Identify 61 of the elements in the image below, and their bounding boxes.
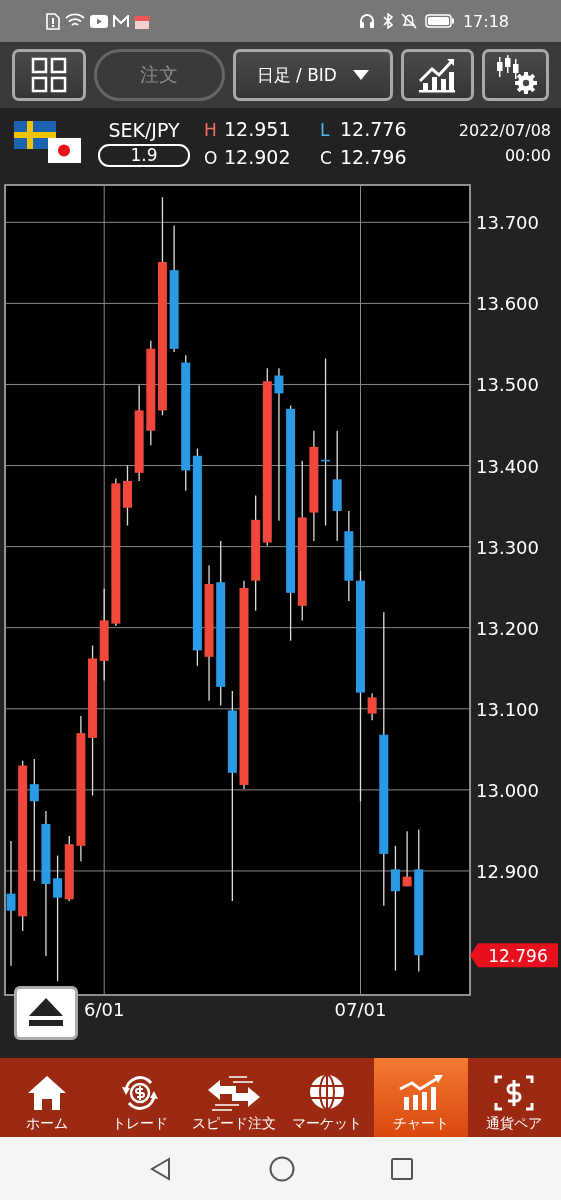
- quote-date: 2022/07/08: [458, 121, 551, 140]
- y-axis-label: 13.200: [476, 617, 539, 639]
- last-price-tag: 12.796: [470, 943, 558, 968]
- battery-icon: [424, 14, 455, 28]
- candlestick: [367, 692, 377, 721]
- nav-tab[interactable]: トレード: [93, 1058, 187, 1137]
- nav-tab[interactable]: チャート: [374, 1058, 468, 1137]
- headphones-icon: [358, 13, 375, 29]
- rising-chart-icon: [418, 57, 457, 93]
- y-axis-label: 13.600: [476, 293, 539, 315]
- close-value: 12.796: [340, 146, 408, 168]
- high-label: H: [204, 120, 218, 140]
- y-axis-label: 13.100: [476, 698, 539, 720]
- low-value: 12.776: [340, 118, 408, 140]
- sim-alert-icon: [46, 12, 60, 30]
- home-circle-icon[interactable]: [268, 1155, 295, 1182]
- home-icon: [26, 1075, 67, 1111]
- mail-icon: [113, 14, 129, 28]
- spread-value: 1.9: [98, 144, 190, 167]
- candlestick: [123, 464, 132, 527]
- x-axis-label: 07/01: [334, 999, 387, 1020]
- wifi-icon: [65, 13, 85, 29]
- currency-pair: SEK/JPY: [108, 119, 180, 141]
- high-value: 12.951: [224, 118, 292, 140]
- dollar-cycle-icon: [120, 1075, 161, 1111]
- clock-time: 17:18: [462, 11, 509, 31]
- quote-time: 00:00: [504, 146, 551, 165]
- eject-icon: [29, 998, 63, 1028]
- close-label: C: [320, 148, 333, 168]
- grid-menu-button[interactable]: [12, 49, 86, 101]
- low-label: L: [320, 120, 331, 140]
- back-icon[interactable]: [148, 1156, 173, 1181]
- nav-tab[interactable]: マーケット: [280, 1058, 374, 1137]
- y-axis-label: 13.700: [476, 212, 539, 234]
- y-axis-label: 13.400: [476, 455, 539, 477]
- dollar-frame-icon: [494, 1075, 535, 1111]
- play-icon: [90, 14, 108, 28]
- open-value: 12.902: [224, 146, 292, 168]
- nav-tab[interactable]: ホーム: [0, 1058, 94, 1137]
- timeframe-dropdown[interactable]: 日足 / BID: [232, 49, 393, 101]
- caret-icon: [352, 70, 369, 80]
- gift-icon: [134, 13, 150, 29]
- nav-tab[interactable]: スピード注文: [187, 1058, 281, 1137]
- collapse-button[interactable]: [14, 986, 78, 1040]
- chart-settings-button[interactable]: [482, 49, 549, 101]
- sweden-japan-flags-icon: [14, 121, 84, 165]
- y-axis-label: 13.000: [476, 779, 539, 801]
- exchange-arrows-icon: [206, 1075, 261, 1111]
- nav-tab[interactable]: 通貨ペア: [467, 1058, 561, 1137]
- y-axis-label: 13.300: [476, 536, 539, 558]
- rising-chart-icon: [397, 1075, 444, 1111]
- candlestick: [402, 830, 412, 887]
- open-label: O: [204, 148, 219, 168]
- grid-icon: [30, 57, 67, 93]
- y-axis-label: 13.500: [476, 374, 539, 396]
- recents-icon[interactable]: [390, 1157, 413, 1180]
- x-axis-label: 6/01: [84, 999, 125, 1020]
- bell-muted-icon: [400, 13, 417, 29]
- indicator-button[interactable]: [400, 49, 475, 101]
- bluetooth-icon: [382, 13, 393, 29]
- y-axis-label: 12.900: [476, 860, 539, 882]
